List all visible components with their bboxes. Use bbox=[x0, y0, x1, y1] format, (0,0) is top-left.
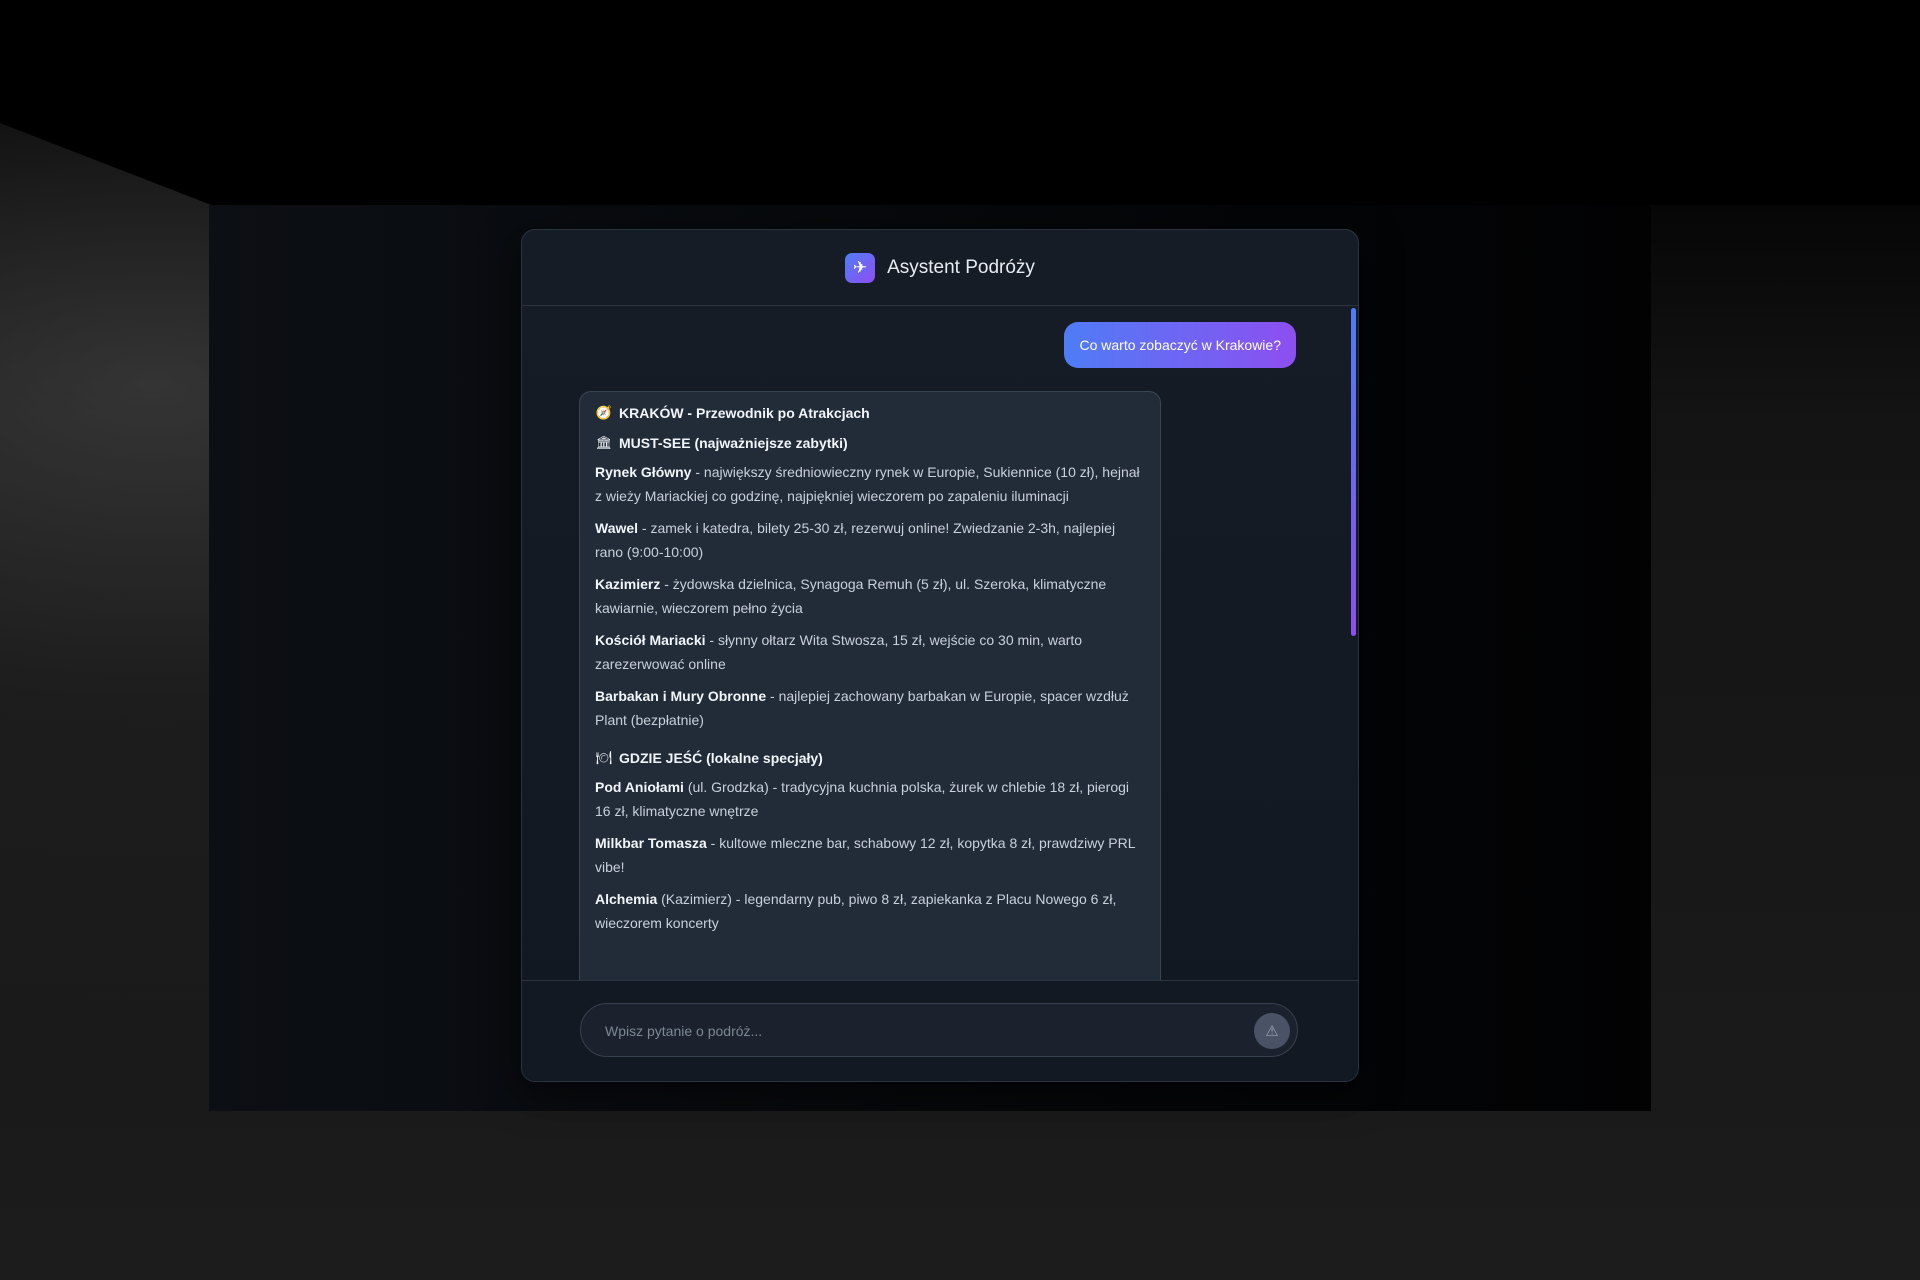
list-item: Kazimierz - żydowska dzielnica, Synagoga… bbox=[595, 572, 1145, 620]
user-message: Co warto zobaczyć w Krakowie? bbox=[1064, 322, 1296, 368]
message-input[interactable] bbox=[603, 1004, 1227, 1058]
item-name: Alchemia bbox=[595, 891, 658, 907]
composer-field: ⚠ bbox=[580, 1003, 1298, 1058]
item-name: Milkbar Tomasza bbox=[595, 835, 707, 851]
chat-header: ✈ Asystent Podróży bbox=[522, 230, 1358, 306]
list-item: Pod Aniołami (ul. Grodzka) - tradycyjna … bbox=[595, 775, 1145, 823]
section-title-text: GDZIE JEŚĆ (lokalne specjały) bbox=[619, 750, 823, 766]
item-name: Wawel bbox=[595, 520, 639, 536]
item-name: Barbakan i Mury Obronne bbox=[595, 688, 767, 704]
section-title-text: MUST-SEE (najważniejsze zabytki) bbox=[619, 435, 848, 451]
list-item: Kościół Mariacki - słynny ołtarz Wita St… bbox=[595, 628, 1145, 676]
background-shadow bbox=[0, 0, 1920, 205]
list-item: Milkbar Tomasza - kultowe mleczne bar, s… bbox=[595, 831, 1145, 879]
item-name: Kazimierz bbox=[595, 576, 661, 592]
item-text: (Kazimierz) - legendarny pub, piwo 8 zł,… bbox=[595, 891, 1117, 931]
item-text: - żydowska dzielnica, Synagoga Remuh (5 … bbox=[595, 576, 1107, 616]
plate-icon: 🍽 bbox=[595, 750, 613, 765]
list-item: Wawel - zamek i katedra, bilety 25-30 zł… bbox=[595, 516, 1145, 564]
list-item: Alchemia (Kazimierz) - legendarny pub, p… bbox=[595, 887, 1145, 935]
app-title: Asystent Podróży bbox=[887, 256, 1035, 278]
item-name: Pod Aniołami bbox=[595, 779, 684, 795]
landmark-icon: 🏛 bbox=[595, 435, 613, 450]
scrollbar[interactable] bbox=[1350, 306, 1358, 980]
compass-icon: 🧭 bbox=[595, 405, 613, 420]
section-title-must-see: 🏛 MUST-SEE (najważniejsze zabytki) bbox=[595, 431, 1145, 455]
list-item: Barbakan i Mury Obronne - najlepiej zach… bbox=[595, 684, 1145, 732]
guide-title-text: KRAKÓW - Przewodnik po Atrakcjach bbox=[619, 405, 870, 421]
send-button[interactable]: ⚠ bbox=[1254, 1013, 1290, 1049]
message-list[interactable]: Co warto zobaczyć w Krakowie? 🧭 KRAKÓW -… bbox=[522, 306, 1358, 980]
item-name: Rynek Główny bbox=[595, 464, 692, 480]
list-item: Rynek Główny - największy średniowieczny… bbox=[595, 460, 1145, 508]
guide-title: 🧭 KRAKÓW - Przewodnik po Atrakcjach bbox=[595, 401, 1145, 425]
composer: ⚠ bbox=[522, 980, 1358, 1081]
assistant-message: 🧭 KRAKÓW - Przewodnik po Atrakcjach 🏛 MU… bbox=[579, 391, 1161, 980]
airplane-icon: ✈ bbox=[845, 252, 876, 283]
chat-window: ✈ Asystent Podróży Co warto zobaczyć w K… bbox=[521, 229, 1359, 1082]
scrollbar-thumb[interactable] bbox=[1351, 308, 1356, 636]
item-name: Kościół Mariacki bbox=[595, 632, 706, 648]
section-title-food: 🍽 GDZIE JEŚĆ (lokalne specjały) bbox=[595, 746, 1145, 770]
item-text: - zamek i katedra, bilety 25-30 zł, reze… bbox=[595, 520, 1116, 560]
